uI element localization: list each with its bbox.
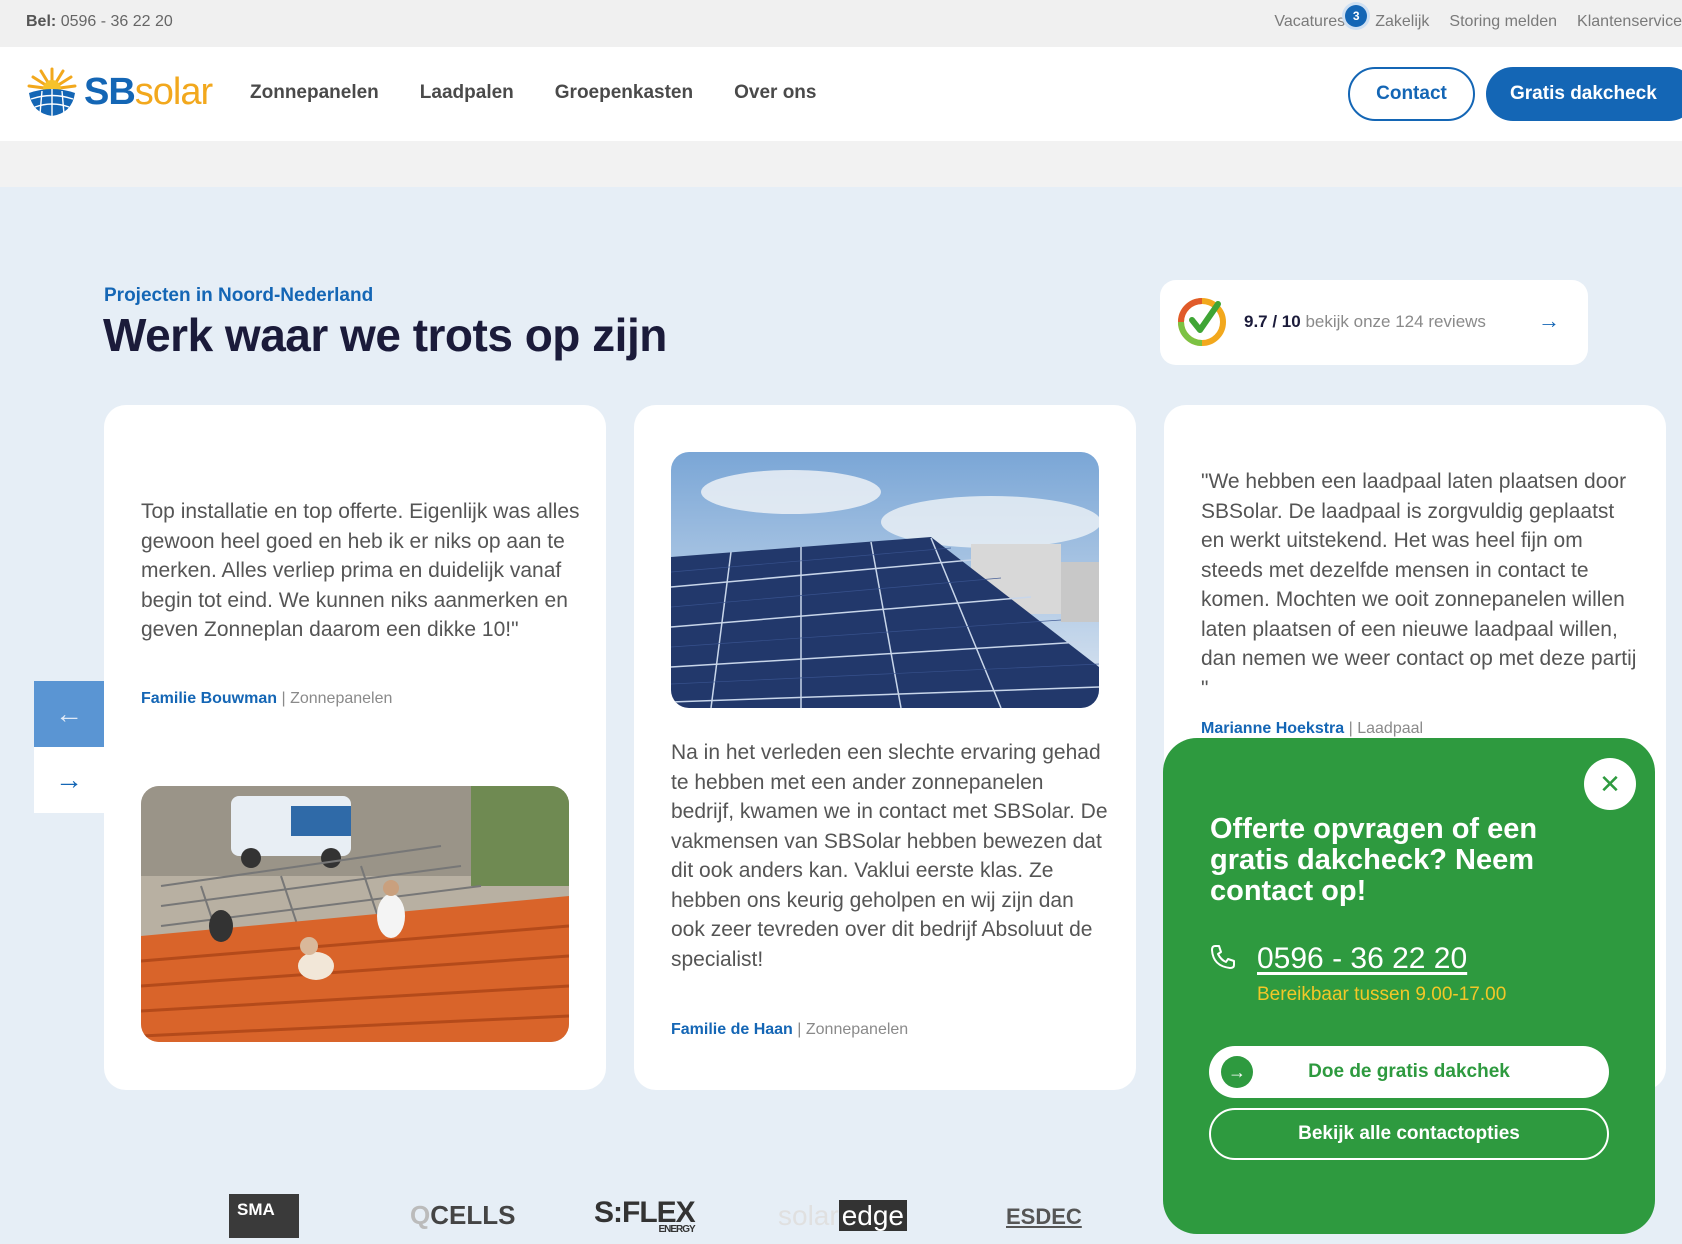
roof-installation-photo bbox=[141, 786, 569, 1042]
carousel-next-button[interactable]: → bbox=[34, 747, 104, 813]
all-contact-options-button[interactable]: Bekijk alle contactopties bbox=[1209, 1108, 1609, 1160]
testimonial-author-name[interactable]: Familie de Haan bbox=[671, 1021, 793, 1038]
contact-button[interactable]: Contact bbox=[1348, 67, 1475, 121]
review-text: 9.7 / 10 bekijk onze 124 reviews bbox=[1244, 312, 1486, 332]
topbar-phone-number[interactable]: 0596 - 36 22 20 bbox=[61, 13, 173, 30]
section-eyebrow: Projecten in Noord-Nederland bbox=[104, 285, 374, 306]
arrow-right-circle-icon: → bbox=[1221, 1056, 1253, 1088]
sma-logo: SMA bbox=[229, 1194, 299, 1238]
topbar-phone-label: Bel: bbox=[26, 13, 57, 30]
vacatures-count-badge: 3 bbox=[1345, 5, 1368, 27]
gratis-dakcheck-button[interactable]: Gratis dakcheck bbox=[1486, 67, 1682, 121]
top-bar: Bel: 0596 - 36 22 20 Vacatures 3 Zakelij… bbox=[0, 0, 1682, 47]
topbar-link-vacatures[interactable]: Vacatures 3 bbox=[1274, 5, 1368, 31]
solar-field-photo bbox=[671, 452, 1099, 708]
carousel-prev-button[interactable]: ← bbox=[34, 681, 104, 747]
testimonial-category: Zonnepanelen bbox=[290, 690, 393, 707]
logo-text-solar: solar bbox=[134, 70, 213, 113]
arrow-right-icon: → bbox=[55, 764, 83, 795]
gratis-dakchek-button-label: Doe de gratis dakchek bbox=[1308, 1061, 1510, 1082]
main-header: SBsolar Zonnepanelen Laadpalen Groepenka… bbox=[0, 47, 1682, 141]
testimonial-quote: "We hebben een laadpaal laten plaatsen d… bbox=[1201, 470, 1637, 700]
logo-text-sb: SB bbox=[84, 70, 136, 113]
qcells-logo: QCELLS bbox=[410, 1200, 515, 1231]
review-widget[interactable]: 9.7 / 10 bekijk onze 124 reviews → bbox=[1160, 280, 1588, 365]
testimonial-quote: Na in het verleden een slechte ervaring … bbox=[671, 741, 1108, 971]
qcells-q-icon: Q bbox=[410, 1200, 431, 1230]
topbar-link-zakelijk[interactable]: Zakelijk bbox=[1375, 13, 1429, 31]
topbar-link-klantenservice[interactable]: Klantenservice bbox=[1577, 13, 1682, 31]
gratis-dakchek-button[interactable]: → Doe de gratis dakchek bbox=[1209, 1046, 1609, 1098]
esdec-logo-text: ESDEC bbox=[1006, 1204, 1082, 1229]
qcells-logo-text: CELLS bbox=[430, 1200, 516, 1230]
main-nav: Zonnepanelen Laadpalen Groepenkasten Ove… bbox=[250, 82, 816, 104]
arrow-left-icon: ← bbox=[55, 698, 83, 729]
testimonial-card: Na in het verleden een slechte ervaring … bbox=[634, 405, 1136, 1090]
popup-title: Offerte opvragen of een gratis dakcheck?… bbox=[1210, 813, 1538, 907]
sflex-logo: S:FLEX ENERGY bbox=[594, 1196, 696, 1235]
testimonial-quote: Top installatie en top offerte. Eigenlij… bbox=[141, 500, 580, 641]
topbar-link-vacatures-label[interactable]: Vacatures bbox=[1274, 13, 1345, 30]
testimonial-card: Top installatie en top offerte. Eigenlij… bbox=[104, 405, 606, 1090]
close-icon[interactable]: ✕ bbox=[1584, 758, 1636, 810]
review-link-text[interactable]: bekijk onze 124 reviews bbox=[1305, 312, 1485, 331]
testimonial-author-name[interactable]: Marianne Hoekstra bbox=[1201, 720, 1344, 737]
kiyoh-rating-icon bbox=[1178, 298, 1226, 346]
sun-globe-logo-icon bbox=[27, 67, 77, 116]
topbar-phone[interactable]: Bel: 0596 - 36 22 20 bbox=[26, 13, 173, 31]
sbsolar-logo[interactable]: SBsolar bbox=[26, 67, 213, 117]
topbar-links: Vacatures 3 Zakelijk Storing melden Klan… bbox=[1274, 5, 1682, 31]
popup-opening-hours: Bereikbaar tussen 9.00-17.00 bbox=[1257, 984, 1507, 1005]
solar-field-image bbox=[671, 452, 1099, 708]
section-title: Werk waar we trots op zijn bbox=[103, 309, 667, 361]
partner-logos: SMA QCELLS S:FLEX ENERGY solar edge ESDEC bbox=[0, 1190, 1160, 1244]
nav-item-laadpalen[interactable]: Laadpalen bbox=[420, 82, 514, 104]
popup-phone-number[interactable]: 0596 - 36 22 20 bbox=[1257, 942, 1467, 976]
header-spacer bbox=[0, 141, 1682, 187]
testimonial-author: Marianne Hoekstra | Laadpaal bbox=[1201, 720, 1424, 737]
sma-logo-text: SMA bbox=[237, 1200, 275, 1219]
nav-item-over-ons[interactable]: Over ons bbox=[734, 82, 816, 104]
testimonial-category: Laadpaal bbox=[1357, 720, 1424, 737]
roof-installation-image bbox=[141, 786, 569, 1042]
testimonial-author: Familie Bouwman | Zonnepanelen bbox=[141, 690, 393, 707]
contact-popup: ✕ Offerte opvragen of een gratis dakchec… bbox=[1163, 738, 1655, 1234]
testimonial-author: Familie de Haan | Zonnepanelen bbox=[671, 1021, 909, 1038]
esdec-logo: ESDEC bbox=[1006, 1204, 1082, 1230]
solaredge-logo-text-b: edge bbox=[838, 1200, 907, 1231]
testimonial-category: Zonnepanelen bbox=[805, 1021, 909, 1038]
arrow-right-icon[interactable]: → bbox=[1538, 308, 1560, 334]
testimonial-author-name[interactable]: Familie Bouwman bbox=[141, 690, 277, 707]
topbar-link-storing[interactable]: Storing melden bbox=[1449, 13, 1557, 31]
review-score: 9.7 / 10 bbox=[1244, 312, 1301, 331]
logo-text: SBsolar bbox=[84, 70, 213, 114]
solaredge-logo: solar edge bbox=[778, 1200, 907, 1232]
solaredge-logo-text-a: solar bbox=[778, 1200, 839, 1231]
nav-item-zonnepanelen[interactable]: Zonnepanelen bbox=[250, 82, 379, 104]
nav-item-groepenkasten[interactable]: Groepenkasten bbox=[555, 82, 693, 104]
phone-icon bbox=[1211, 945, 1235, 969]
